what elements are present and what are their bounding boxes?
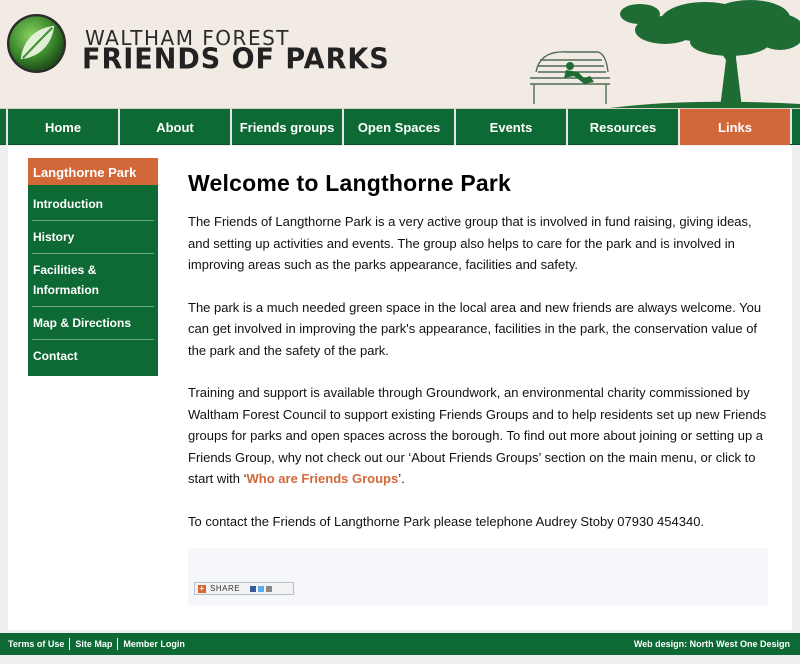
who-are-friends-groups-link[interactable]: Who are Friends Groups bbox=[247, 471, 399, 486]
contact-paragraph: To contact the Friends of Langthorne Par… bbox=[188, 513, 705, 529]
nav-item-resources[interactable]: Resources bbox=[566, 109, 678, 145]
training-text-end: ’. bbox=[398, 471, 405, 486]
main-content: Welcome to Langthorne Park The Friends o… bbox=[188, 170, 768, 553]
sidebar: Langthorne Park Introduction History Fac… bbox=[28, 158, 158, 376]
share-button[interactable]: + SHARE bbox=[194, 582, 294, 595]
share-label: SHARE bbox=[210, 584, 241, 593]
leaf-icon[interactable] bbox=[5, 12, 68, 75]
nav-item-friends-groups[interactable]: Friends groups bbox=[230, 109, 342, 145]
sidebar-item-introduction[interactable]: Introduction bbox=[32, 188, 154, 221]
email-icon bbox=[266, 585, 273, 592]
page-title: Welcome to Langthorne Park bbox=[188, 170, 511, 196]
intro-paragraph: The Friends of Langthorne Park is a very… bbox=[188, 214, 752, 272]
facebook-icon bbox=[250, 585, 257, 592]
twitter-icon bbox=[258, 585, 265, 592]
main-nav: Home About Friends groups Open Spaces Ev… bbox=[0, 109, 800, 145]
sidebar-heading[interactable]: Langthorne Park bbox=[28, 158, 158, 185]
park-bench-tree-illustration bbox=[530, 0, 800, 108]
nav-filler bbox=[790, 109, 800, 144]
footer-divider bbox=[117, 638, 119, 650]
share-service-icons bbox=[250, 585, 273, 592]
nav-item-events[interactable]: Events bbox=[454, 109, 566, 145]
footer-web-design-credit[interactable]: Web design: North West One Design bbox=[634, 639, 790, 649]
footer-member-login-link[interactable]: Member Login bbox=[123, 639, 185, 649]
welcome-paragraph: The park is a much needed green space in… bbox=[188, 299, 762, 358]
training-paragraph: Training and support is available throug… bbox=[188, 382, 768, 490]
footer-terms-link[interactable]: Terms of Use bbox=[8, 639, 64, 649]
sidebar-menu: Introduction History Facilities & Inform… bbox=[28, 185, 158, 376]
site-title-big: FRIENDS OF PARKS bbox=[82, 43, 390, 76]
share-area bbox=[188, 548, 768, 606]
nav-item-open-spaces[interactable]: Open Spaces bbox=[342, 109, 454, 145]
sidebar-item-facilities[interactable]: Facilities & Information bbox=[32, 254, 154, 307]
plus-icon: + bbox=[198, 583, 206, 593]
nav-item-home[interactable]: Home bbox=[6, 109, 118, 145]
nav-item-about[interactable]: About bbox=[118, 109, 230, 145]
sidebar-item-contact[interactable]: Contact bbox=[32, 340, 154, 372]
footer-divider bbox=[69, 638, 71, 650]
nav-item-links[interactable]: Links bbox=[678, 109, 790, 145]
site-footer: Terms of Use Site Map Member Login Web d… bbox=[0, 633, 800, 655]
footer-links: Terms of Use Site Map Member Login bbox=[8, 638, 185, 650]
sidebar-item-history[interactable]: History bbox=[32, 221, 154, 254]
footer-sitemap-link[interactable]: Site Map bbox=[75, 639, 112, 649]
sidebar-item-map-directions[interactable]: Map & Directions bbox=[32, 307, 154, 340]
site-header: WALTHAM FOREST FRIENDS OF PARKS bbox=[0, 0, 800, 109]
